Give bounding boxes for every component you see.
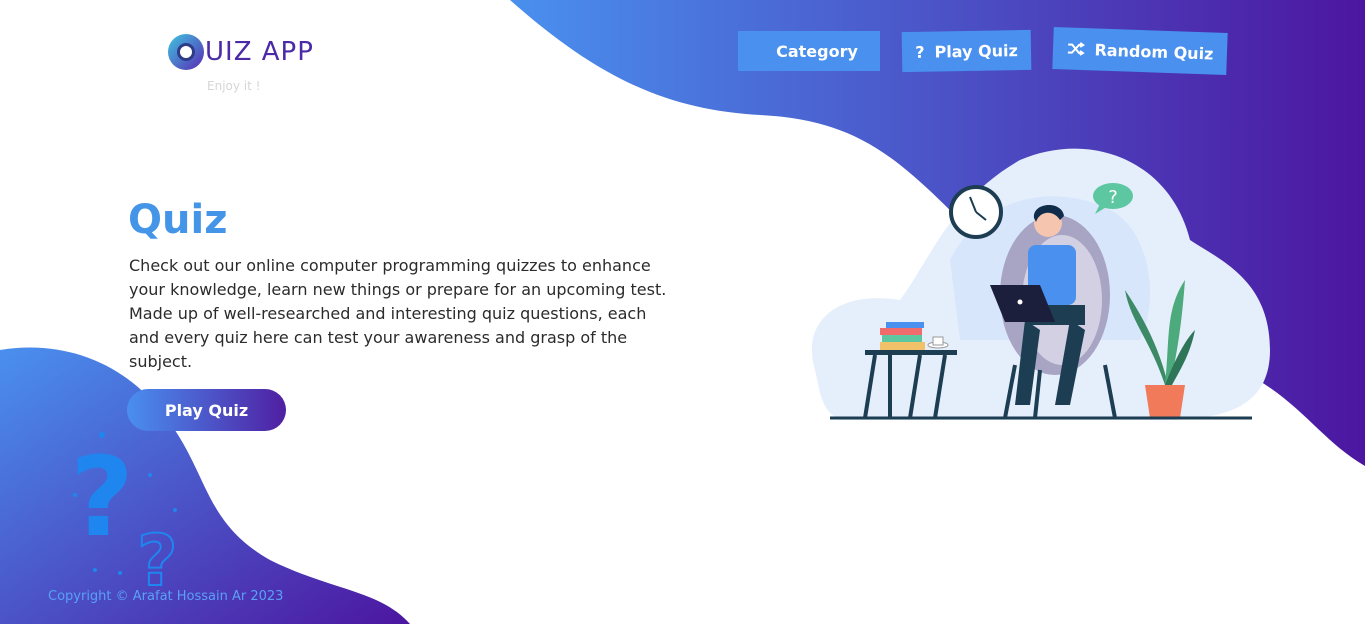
question-icon: ? bbox=[915, 42, 925, 62]
random-quiz-label: Random Quiz bbox=[1094, 39, 1214, 64]
question-marks-decoration: ? ? bbox=[70, 432, 179, 600]
hero-title: Quiz bbox=[128, 197, 228, 243]
copyright-text: Copyright © Arafat Hossain Ar 2023 bbox=[48, 589, 284, 604]
person-with-laptop-illustration: ? bbox=[811, 148, 1270, 420]
logo-subtitle: Enjoy it ! bbox=[207, 79, 261, 93]
category-button[interactable]: Category bbox=[738, 31, 880, 71]
hero-description: Check out our online computer programmin… bbox=[129, 256, 667, 371]
play-quiz-nav-button[interactable]: ? Play Quiz bbox=[901, 29, 1032, 73]
logo-q-icon bbox=[168, 34, 204, 70]
speech-bubble-text: ? bbox=[1108, 187, 1118, 208]
random-quiz-button[interactable]: Random Quiz bbox=[1052, 26, 1228, 76]
app-logo[interactable]: UIZ APP bbox=[168, 34, 314, 70]
play-quiz-nav-label: Play Quiz bbox=[934, 40, 1018, 62]
question-mark-outline-icon: ? bbox=[137, 520, 178, 600]
shuffle-icon bbox=[1066, 41, 1085, 56]
logo-text: UIZ APP bbox=[205, 37, 314, 67]
category-label: Category bbox=[776, 41, 858, 61]
question-mark-icon: ? bbox=[70, 433, 134, 561]
